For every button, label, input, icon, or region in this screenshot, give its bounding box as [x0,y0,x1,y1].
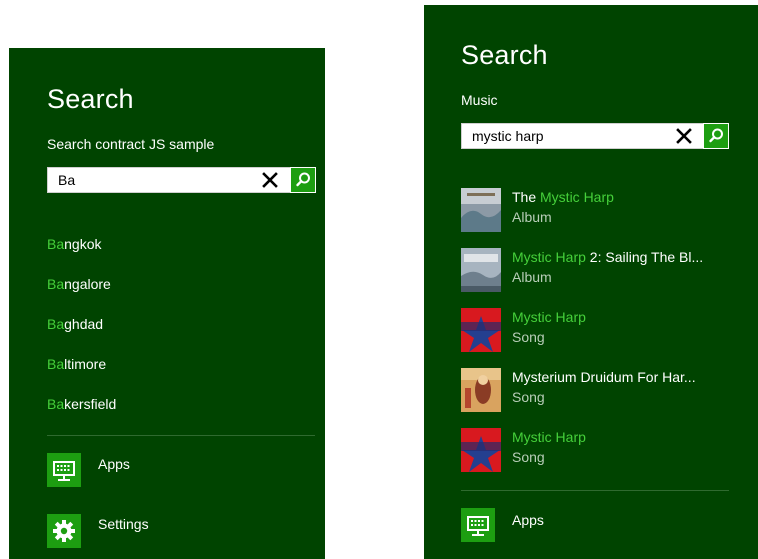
clear-search-button[interactable] [261,171,279,189]
result-type: Song [512,449,545,465]
result-item[interactable]: The Mystic Harp Album [461,188,751,238]
result-title: Mystic Harp 2: Sailing The Bl... [512,249,704,265]
pane-title: Search [461,40,548,70]
pane-title: Search [47,84,134,114]
result-item[interactable]: Mystic Harp Song [461,308,751,358]
suggestion-item[interactable]: Baltimore [47,356,106,372]
search-icon [296,172,310,187]
suggestion-item[interactable]: Baghdad [47,316,103,332]
close-icon [676,128,692,144]
album-art-thumbnail [461,428,501,472]
close-icon [262,172,278,188]
apps-tile [461,508,495,542]
result-type: Album [512,209,552,225]
album-art-image [461,308,501,352]
search-box [461,123,729,149]
keyboard-icon [467,516,489,536]
settings-tile [47,514,81,548]
album-art-image [461,188,501,232]
album-art-image [461,248,501,292]
suggestion-item[interactable]: Bakersfield [47,396,116,412]
result-type: Song [512,389,545,405]
result-title: The Mystic Harp [512,189,614,205]
settings-label: Settings [98,516,149,532]
result-type: Song [512,329,545,345]
result-title: Mystic Harp [512,429,586,445]
search-submit-button[interactable] [703,123,729,149]
result-item[interactable]: Mysterium Druidum For Har... Song [461,368,751,418]
apps-label: Apps [98,456,130,472]
divider [461,490,729,491]
gear-icon [53,520,75,542]
result-item[interactable]: Mystic Harp 2: Sailing The Bl... Album [461,248,751,298]
apps-tile [47,453,81,487]
right-search-pane: Search Music The Mystic Harp Album [424,5,758,559]
left-search-pane: Search Search contract JS sample Bangkok… [9,48,325,559]
album-art-thumbnail [461,308,501,352]
clear-search-button[interactable] [675,127,693,145]
result-item[interactable]: Mystic Harp Song [461,428,751,478]
album-art-image [461,428,501,472]
album-art-thumbnail [461,188,501,232]
search-submit-button[interactable] [290,167,316,193]
search-box [47,167,316,193]
result-type: Album [512,269,552,285]
app-name: Music [461,92,498,108]
suggestion-item[interactable]: Bangkok [47,236,101,252]
result-title: Mysterium Druidum For Har... [512,369,696,385]
app-name: Search contract JS sample [47,136,215,152]
suggestion-item[interactable]: Bangalore [47,276,111,292]
album-art-thumbnail [461,248,501,292]
search-input[interactable] [48,168,258,192]
album-art-image [461,368,501,412]
apps-label: Apps [512,512,544,528]
album-art-thumbnail [461,368,501,412]
search-input[interactable] [462,124,672,148]
keyboard-icon [53,461,75,481]
divider [47,435,315,436]
result-title: Mystic Harp [512,309,586,325]
search-icon [709,128,723,143]
